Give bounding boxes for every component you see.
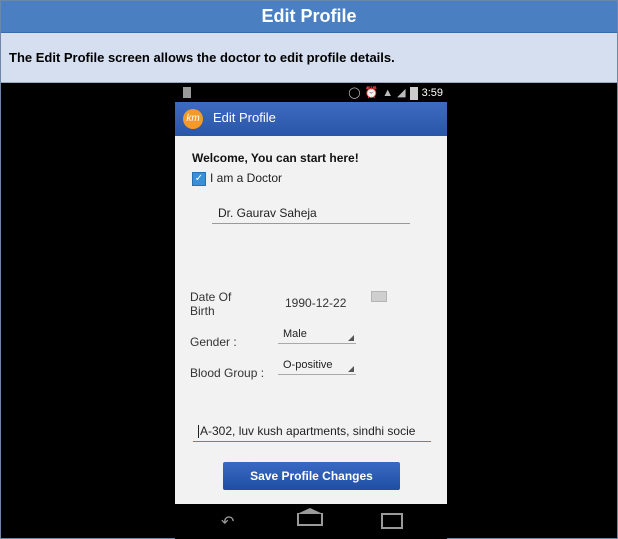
dropdown-arrow-icon (348, 335, 354, 341)
status-bar: ◯ ⏰ ▲ ◢ 3:59 (175, 84, 447, 102)
wifi-icon: ▲ (382, 87, 394, 99)
gender-value: Male (283, 328, 307, 340)
gender-spinner[interactable]: Male (278, 328, 356, 344)
slide-title: Edit Profile (1, 1, 617, 33)
name-input[interactable]: Dr. Gaurav Saheja (212, 206, 410, 224)
edit-profile-form: Welcome, You can start here! ✓ I am a Do… (175, 136, 447, 504)
address-input[interactable]: A-302, luv kush apartments, sindhi socie (193, 424, 431, 442)
battery-icon (409, 86, 418, 100)
recent-apps-icon[interactable] (381, 513, 403, 529)
status-time: 3:59 (421, 87, 443, 99)
status-icons: ◯ ⏰ ▲ ◢ 3:59 (348, 85, 443, 101)
navigation-bar: ↶ (175, 504, 447, 539)
welcome-text: Welcome, You can start here! (192, 151, 359, 165)
text-cursor (198, 425, 199, 439)
action-bar-title: Edit Profile (213, 110, 276, 125)
blood-group-spinner[interactable]: O-positive (278, 359, 356, 375)
alarm-icon: ⏰ (364, 87, 379, 99)
dob-picker-button[interactable] (371, 291, 387, 302)
home-icon[interactable] (297, 513, 323, 526)
address-value: A-302, luv kush apartments, sindhi socie (200, 424, 416, 438)
doctor-checkbox[interactable]: ✓ (192, 172, 206, 186)
action-bar: km Edit Profile (175, 102, 447, 136)
blood-group-label: Blood Group : (190, 366, 265, 380)
dob-value: 1990-12-22 (285, 296, 347, 310)
dropdown-arrow-icon (348, 366, 354, 372)
notification-icon (183, 87, 191, 98)
slide-description: The Edit Profile screen allows the docto… (1, 33, 617, 83)
back-icon[interactable]: ↶ (221, 512, 234, 532)
dob-label: Date Of Birth (190, 290, 232, 318)
save-profile-button[interactable]: Save Profile Changes (223, 462, 400, 490)
app-logo-icon[interactable]: km (183, 109, 203, 129)
gender-label: Gender : (190, 335, 237, 349)
doctor-checkbox-label[interactable]: I am a Doctor (210, 171, 282, 185)
signal-icon: ◢ (397, 87, 406, 99)
blood-group-value: O-positive (283, 359, 333, 371)
vibrate-icon: ◯ (348, 87, 361, 99)
phone-screen: ◯ ⏰ ▲ ◢ 3:59 km Edit Profile Welcome, Yo… (175, 84, 447, 504)
